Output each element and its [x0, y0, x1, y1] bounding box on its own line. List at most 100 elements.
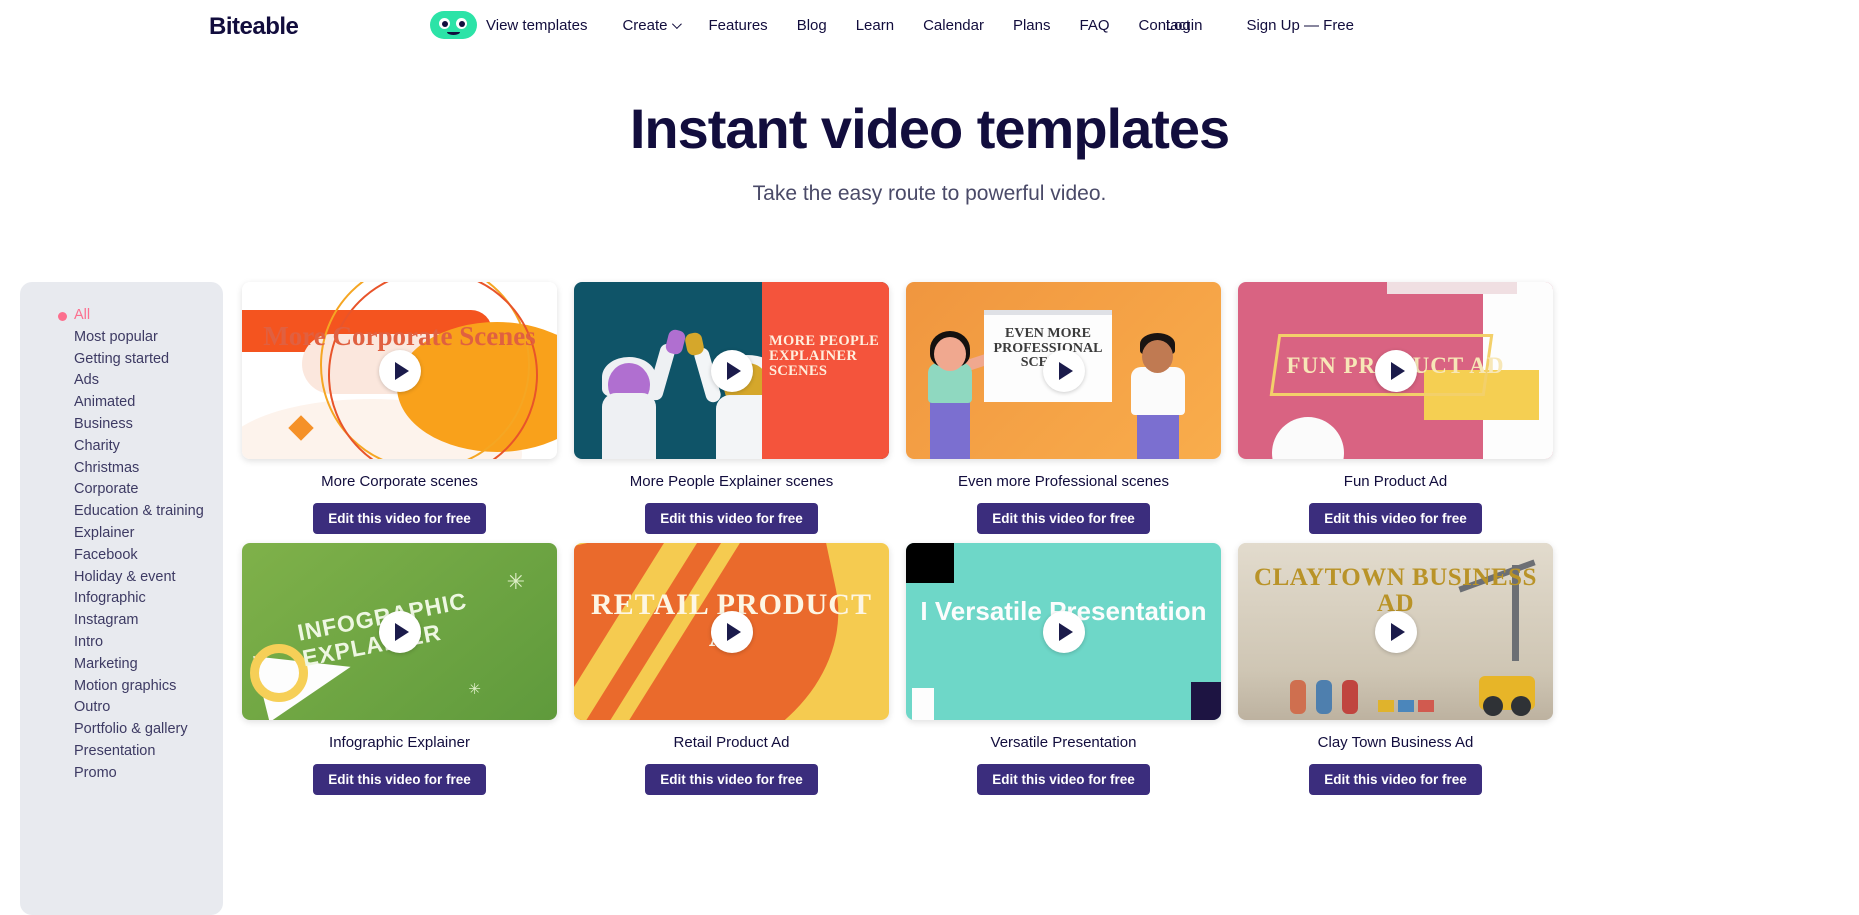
template-thumbnail[interactable]: I Versatile Presentation — [906, 543, 1221, 720]
nav-item-create-label: Create — [622, 16, 668, 34]
edit-video-button[interactable]: Edit this video for free — [313, 503, 486, 534]
play-button-icon[interactable] — [1374, 610, 1417, 653]
page-subtitle: Take the easy route to powerful video. — [752, 181, 1107, 205]
mascot-eye-right — [456, 18, 467, 29]
play-button-icon[interactable] — [710, 610, 753, 653]
template-action-row: Edit this video for free — [574, 503, 889, 534]
sidebar-item-ads[interactable]: Ads — [20, 370, 223, 392]
sidebar-item-holiday-event[interactable]: Holiday & event — [20, 567, 223, 589]
hero-section: Instant video templates Take the easy ro… — [0, 98, 1859, 206]
login-link[interactable]: Login — [1166, 17, 1203, 34]
sidebar-item-intro[interactable]: Intro — [20, 632, 223, 654]
template-thumbnail[interactable]: MORE PEOPLE EXPLAINER SCENES — [574, 282, 889, 459]
sidebar-item-christmas[interactable]: Christmas — [20, 458, 223, 480]
template-action-row: Edit this video for free — [1238, 503, 1553, 534]
art-shape — [1342, 680, 1358, 714]
nav-item-calendar[interactable]: Calendar — [923, 17, 984, 34]
sidebar-item-explainer[interactable]: Explainer — [20, 523, 223, 545]
art-shape — [1131, 367, 1185, 415]
template-card: More Corporate Scenes More Corporate sce… — [242, 282, 557, 534]
nav-item-blog[interactable]: Blog — [797, 17, 827, 34]
view-templates-link[interactable]: View templates — [430, 11, 587, 39]
play-button-icon[interactable] — [378, 610, 421, 653]
sidebar-item-portfolio-gallery[interactable]: Portfolio & gallery — [20, 719, 223, 741]
template-action-row: Edit this video for free — [906, 764, 1221, 795]
sidebar-item-education-training[interactable]: Education & training — [20, 501, 223, 523]
mascot-eye-left — [439, 18, 450, 29]
sidebar-item-promo[interactable]: Promo — [20, 763, 223, 785]
play-button-icon[interactable] — [378, 349, 421, 392]
art-shape — [328, 282, 538, 459]
signup-link[interactable]: Sign Up — Free — [1246, 17, 1354, 34]
active-dot-icon — [58, 312, 67, 321]
art-shape — [664, 328, 687, 356]
template-card: CLAYTOWN BUSINESS AD Clay Town Business … — [1238, 543, 1553, 795]
sidebar-item-getting-started[interactable]: Getting started — [20, 349, 223, 371]
template-title: Infographic Explainer — [329, 734, 470, 751]
edit-video-button[interactable]: Edit this video for free — [977, 764, 1150, 795]
sidebar-item-animated[interactable]: Animated — [20, 392, 223, 414]
play-button-icon[interactable] — [1042, 349, 1085, 392]
biteable-logo[interactable]: Biteable — [209, 13, 299, 41]
thumbnail-text: INFOGRAPHIC EXPLAINER — [295, 587, 470, 672]
nav-item-plans[interactable]: Plans — [1013, 17, 1051, 34]
template-grid: More Corporate Scenes More Corporate sce… — [223, 282, 1859, 915]
edit-video-button[interactable]: Edit this video for free — [977, 503, 1150, 534]
sidebar-item-instagram[interactable]: Instagram — [20, 610, 223, 632]
art-shape — [934, 337, 966, 371]
art-shape — [1418, 700, 1434, 712]
thumbnail-text: More Corporate Scenes — [263, 321, 536, 351]
sidebar-item-facebook[interactable]: Facebook — [20, 545, 223, 567]
sidebar-item-corporate[interactable]: Corporate — [20, 479, 223, 501]
template-thumbnail[interactable]: CLAYTOWN BUSINESS AD — [1238, 543, 1553, 720]
template-card: FUN PRODUCT AD Fun Product Ad Edit this … — [1238, 282, 1553, 534]
play-button-icon[interactable] — [1374, 349, 1417, 392]
art-shape — [602, 393, 656, 459]
edit-video-button[interactable]: Edit this video for free — [313, 764, 486, 795]
sidebar-item-infographic[interactable]: Infographic — [20, 588, 223, 610]
nav-item-faq[interactable]: FAQ — [1080, 17, 1110, 34]
template-title: Even more Professional scenes — [958, 473, 1169, 490]
art-shape — [1387, 282, 1517, 294]
account-navigation: Login Sign Up — Free — [1122, 0, 1859, 50]
template-card: ✳ ✳ INFOGRAPHIC EXPLAINER Infographic Ex… — [242, 543, 557, 795]
edit-video-button[interactable]: Edit this video for free — [645, 503, 818, 534]
art-shape — [1272, 417, 1344, 459]
template-thumbnail[interactable]: RETAIL PRODUCT AD — [574, 543, 889, 720]
edit-video-button[interactable]: Edit this video for free — [1309, 503, 1482, 534]
sidebar-item-outro[interactable]: Outro — [20, 697, 223, 719]
sidebar-item-charity[interactable]: Charity — [20, 436, 223, 458]
template-title: Fun Product Ad — [1343, 473, 1448, 490]
template-card: MORE PEOPLE EXPLAINER SCENES More People… — [574, 282, 889, 534]
sidebar-item-marketing[interactable]: Marketing — [20, 654, 223, 676]
art-shape — [1142, 340, 1173, 373]
art-shape — [1316, 680, 1332, 714]
edit-video-button[interactable]: Edit this video for free — [1309, 764, 1482, 795]
template-thumbnail[interactable]: More Corporate Scenes — [242, 282, 557, 459]
sidebar-item-label: All — [74, 307, 91, 323]
nav-item-create[interactable]: Create — [622, 16, 683, 34]
sidebar-item-all[interactable]: All — [20, 305, 223, 327]
play-button-icon[interactable] — [710, 349, 753, 392]
template-action-row: Edit this video for free — [242, 503, 557, 534]
template-title: More Corporate scenes — [321, 473, 478, 490]
template-title: More People Explainer scenes — [629, 473, 834, 490]
sparkle-icon: ✳ — [468, 681, 481, 698]
sidebar-item-most-popular[interactable]: Most popular — [20, 327, 223, 349]
art-shape — [906, 543, 954, 583]
sidebar-item-presentation[interactable]: Presentation — [20, 741, 223, 763]
art-shape — [250, 644, 308, 702]
template-thumbnail[interactable]: FUN PRODUCT AD — [1238, 282, 1553, 459]
template-thumbnail[interactable]: ✳ ✳ INFOGRAPHIC EXPLAINER — [242, 543, 557, 720]
nav-item-learn[interactable]: Learn — [856, 17, 894, 34]
art-shape — [912, 688, 934, 720]
play-button-icon[interactable] — [1042, 610, 1085, 653]
sidebar-item-motion-graphics[interactable]: Motion graphics — [20, 676, 223, 698]
template-card: EVEN MORE PROFESSIONAL SCENES Even more … — [906, 282, 1221, 534]
nav-item-features[interactable]: Features — [708, 17, 767, 34]
template-action-row: Edit this video for free — [574, 764, 889, 795]
template-thumbnail[interactable]: EVEN MORE PROFESSIONAL SCENES — [906, 282, 1221, 459]
sidebar-item-business[interactable]: Business — [20, 414, 223, 436]
art-shape — [1398, 700, 1414, 712]
edit-video-button[interactable]: Edit this video for free — [645, 764, 818, 795]
